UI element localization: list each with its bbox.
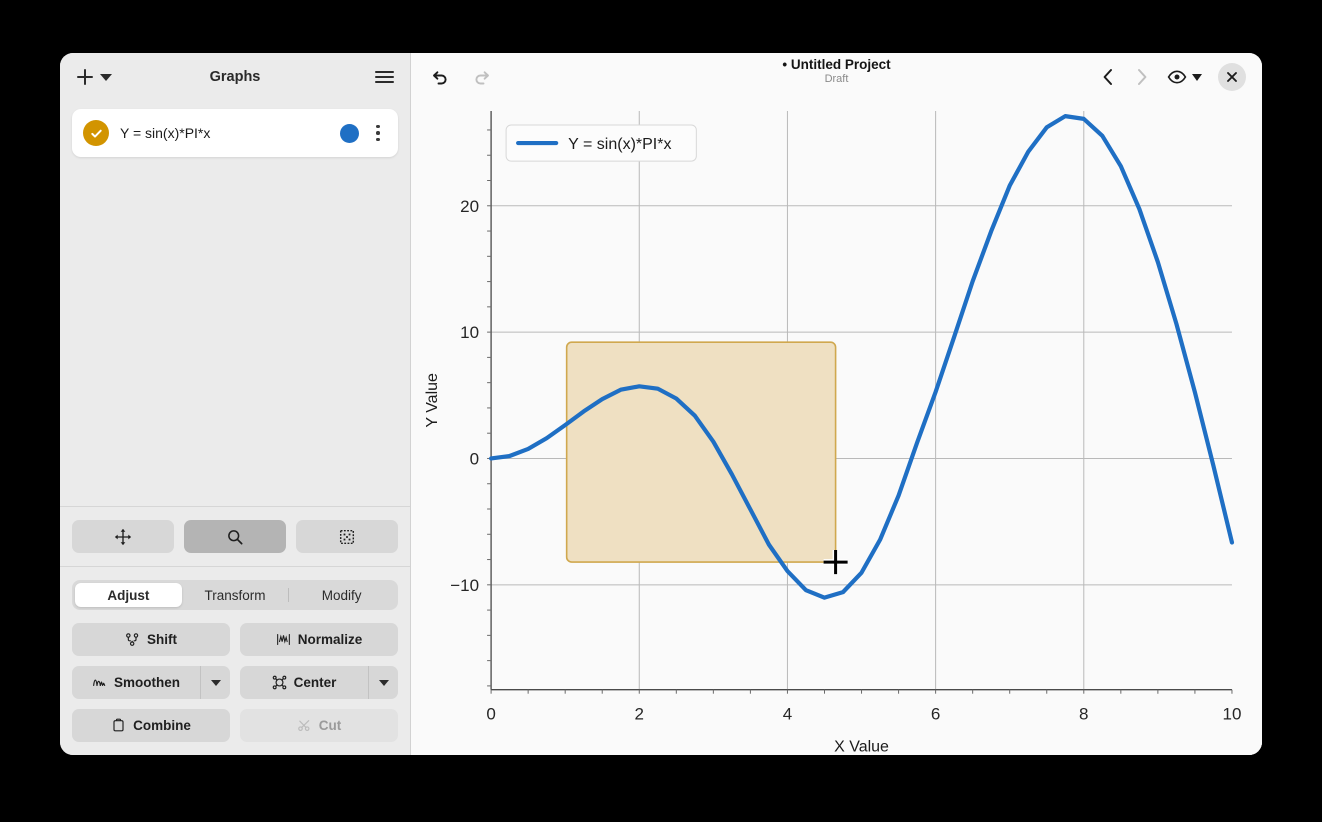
chart-canvas[interactable]: 0 2 4 6 8 10 −10 0 10 20 X Value Y Value Y = sin(x)*…: [411, 101, 1262, 755]
normalize-label: Normalize: [298, 632, 363, 647]
legend-label: Y = sin(x)*PI*x: [568, 136, 671, 153]
list-item[interactable]: Y = sin(x)*PI*x: [72, 109, 398, 157]
x-axis-tick-label: 8: [1079, 705, 1088, 724]
tab-group-wrapper: Adjust Transform Modify: [60, 566, 410, 610]
smoothen-label: Smoothen: [114, 675, 180, 690]
main-header: • Untitled Project Draft: [411, 53, 1262, 101]
normalize-wave-icon: [276, 632, 291, 647]
tab-transform[interactable]: Transform: [182, 583, 289, 607]
center-target-icon: [272, 675, 287, 690]
previous-button[interactable]: [1099, 67, 1117, 87]
y-axis-tick-label: 10: [460, 323, 479, 342]
app-window: Graphs Y = sin(x)*PI*x: [60, 53, 1262, 755]
add-graph-button[interactable]: [76, 68, 112, 86]
x-axis-label: X Value: [834, 739, 889, 755]
plus-icon: [76, 68, 94, 86]
redo-arrow-icon: [472, 67, 493, 88]
clipboard-icon: [111, 718, 126, 733]
main-panel: • Untitled Project Draft: [411, 53, 1262, 755]
visibility-menu-button[interactable]: [1167, 68, 1202, 86]
scissors-icon: [297, 718, 312, 733]
select-tool-button[interactable]: [296, 520, 398, 553]
magnifier-icon: [226, 528, 244, 546]
sidebar-filler: [60, 157, 410, 506]
y-axis-tick-label: 0: [470, 449, 479, 468]
graph-color-swatch[interactable]: [340, 124, 359, 143]
page-title: • Untitled Project: [782, 57, 890, 72]
check-icon: [89, 126, 104, 141]
segmented-tabs: Adjust Transform Modify: [72, 580, 398, 610]
chevron-left-icon: [1099, 67, 1117, 87]
x-axis-tick-label: 2: [635, 705, 644, 724]
chevron-down-icon: [1192, 74, 1202, 81]
chevron-right-icon: [1133, 67, 1151, 87]
action-button-grid: Shift Normalize: [60, 610, 410, 755]
combine-button[interactable]: Combine: [72, 709, 230, 742]
plot-svg: 0 2 4 6 8 10 −10 0 10 20 X Value Y Value Y = sin(x)*…: [411, 101, 1262, 755]
x-axis-tick-label: 10: [1223, 705, 1242, 724]
graph-list: Y = sin(x)*PI*x: [60, 101, 410, 157]
center-dropdown-arrow[interactable]: [368, 666, 398, 699]
tool-button-group: [60, 506, 410, 566]
undo-arrow-icon: [429, 67, 450, 88]
shift-nodes-icon: [125, 632, 140, 647]
x-axis-tick-label: 0: [486, 705, 495, 724]
graph-options-kebab-icon[interactable]: [370, 125, 386, 142]
graph-enabled-checkbox[interactable]: [83, 120, 109, 146]
shift-label: Shift: [147, 632, 177, 647]
x-axis-tick-label: 6: [931, 705, 940, 724]
close-x-icon: [1225, 70, 1239, 84]
chevron-down-icon: [100, 74, 112, 81]
y-axis-tick-label: −10: [450, 576, 479, 595]
sidebar-panel: Graphs Y = sin(x)*PI*x: [60, 53, 411, 755]
smoothen-button[interactable]: Smoothen: [72, 666, 230, 699]
hamburger-menu-icon[interactable]: [375, 71, 394, 83]
smoothen-wave-icon: [92, 675, 107, 690]
center-label: Center: [294, 675, 337, 690]
pan-tool-button[interactable]: [72, 520, 174, 553]
close-button[interactable]: [1218, 63, 1246, 91]
tab-modify[interactable]: Modify: [288, 583, 395, 607]
shift-button[interactable]: Shift: [72, 623, 230, 656]
zoom-selection-rect[interactable]: [567, 342, 836, 562]
y-axis-label: Y Value: [424, 373, 441, 428]
move-arrows-icon: [114, 528, 132, 546]
tab-adjust[interactable]: Adjust: [75, 583, 182, 607]
eye-icon: [1167, 68, 1187, 86]
sidebar-header: Graphs: [60, 53, 410, 101]
project-status-label: Draft: [825, 73, 849, 85]
cut-button: Cut: [240, 709, 398, 742]
undo-button[interactable]: [429, 67, 450, 88]
center-button[interactable]: Center: [240, 666, 398, 699]
x-axis-tick-label: 4: [783, 705, 792, 724]
dotted-selection-icon: [338, 528, 356, 546]
combine-label: Combine: [133, 718, 191, 733]
sidebar-title: Graphs: [60, 69, 410, 85]
redo-button[interactable]: [472, 67, 493, 88]
smoothen-dropdown-arrow[interactable]: [200, 666, 230, 699]
cut-label: Cut: [319, 718, 342, 733]
normalize-button[interactable]: Normalize: [240, 623, 398, 656]
graph-name-label: Y = sin(x)*PI*x: [120, 125, 329, 141]
y-axis-tick-label: 20: [460, 197, 479, 216]
next-button[interactable]: [1133, 67, 1151, 87]
zoom-tool-button[interactable]: [184, 520, 286, 553]
